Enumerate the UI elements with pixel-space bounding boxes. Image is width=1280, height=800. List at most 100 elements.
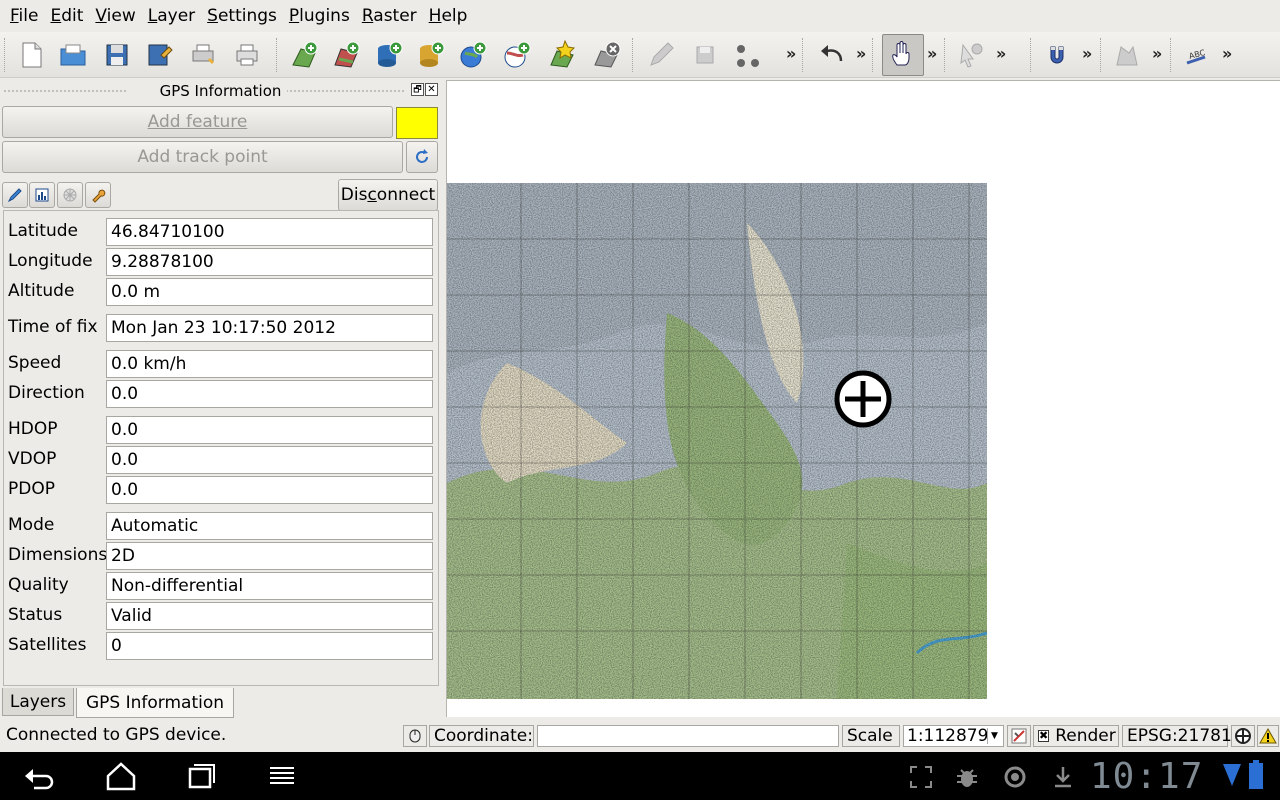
toolbar-overflow-5[interactable]: »: [1082, 44, 1092, 63]
toggle-coordinate-button[interactable]: [403, 725, 427, 747]
speed-label: Speed: [8, 353, 62, 373]
toolbar-overflow-3[interactable]: »: [927, 44, 937, 63]
chevron-down-icon[interactable]: ▼: [987, 728, 1001, 744]
gps-position-marker-icon: [834, 370, 892, 428]
position-mode-button[interactable]: [2, 182, 28, 208]
gps-row-time-of-fix: Time of fix Mon Jan 23 10:17:50 2012: [4, 313, 440, 343]
altitude-field[interactable]: 0.0 m: [106, 278, 433, 306]
add-raster-layer-button[interactable]: [328, 36, 366, 74]
stop-rendering-button[interactable]: [1007, 725, 1031, 747]
crs-status-button[interactable]: [1231, 725, 1255, 747]
save-as-icon: [148, 44, 173, 66]
float-dock-button[interactable]: 🗗: [411, 83, 424, 96]
dimensions-field[interactable]: 2D: [106, 542, 433, 570]
map-canvas[interactable]: [446, 80, 1280, 717]
print-composer-icon: [192, 44, 215, 65]
toolbar-separator: [1100, 38, 1102, 72]
feature-color-swatch[interactable]: [396, 107, 438, 139]
menu-settings[interactable]: Settings: [201, 0, 283, 32]
toolbar-overflow-7[interactable]: »: [1222, 44, 1232, 63]
latitude-field[interactable]: 46.84710100: [106, 218, 433, 246]
close-dock-button[interactable]: ✕: [425, 83, 438, 96]
menu-icon[interactable]: [266, 760, 298, 792]
fullscreen-icon[interactable]: [908, 764, 934, 790]
toolbar-overflow-6[interactable]: »: [1152, 44, 1162, 63]
add-feature-label: Add feature: [147, 112, 248, 132]
toolbar-handle[interactable]: [4, 38, 6, 72]
new-project-button[interactable]: [12, 36, 50, 74]
refresh-icon: [416, 149, 428, 163]
toolbar-overflow-2[interactable]: »: [856, 44, 866, 63]
coordinate-input[interactable]: [537, 725, 839, 747]
satellites-mode-button[interactable]: [57, 182, 83, 208]
back-icon[interactable]: [22, 760, 58, 792]
gps-info-form: Latitude 46.84710100 Longitude 9.2887810…: [3, 210, 439, 686]
menu-layer[interactable]: Layer: [142, 0, 201, 32]
add-wms-layer-icon: [460, 41, 487, 68]
save-project-button[interactable]: [98, 36, 136, 74]
remove-layer-button[interactable]: [588, 36, 626, 74]
menu-file[interactable]: File: [4, 0, 44, 32]
add-vector-layer-button[interactable]: [286, 36, 324, 74]
time-of-fix-field[interactable]: Mon Jan 23 10:17:50 2012: [106, 314, 433, 342]
pdop-field[interactable]: 0.0: [106, 476, 433, 504]
tab-gps-information[interactable]: GPS Information: [76, 688, 234, 718]
render-checkbox[interactable]: ✖: [1038, 730, 1050, 742]
toolbar-overflow-4[interactable]: »: [996, 44, 1006, 63]
snapping-tool-button[interactable]: [1038, 36, 1076, 74]
toggle-editing-button[interactable]: [642, 36, 680, 74]
save-edits-button[interactable]: [686, 36, 724, 74]
recent-apps-icon[interactable]: [184, 760, 218, 792]
undo-button[interactable]: [812, 36, 850, 74]
mode-field[interactable]: Automatic: [106, 512, 433, 540]
add-wfs-layer-button[interactable]: [498, 36, 536, 74]
new-print-composer-button[interactable]: [184, 36, 222, 74]
satellites-field[interactable]: 0: [106, 632, 433, 660]
disconnect-button[interactable]: Disconnect: [338, 179, 438, 211]
dock-title-bar[interactable]: GPS Information 🗗 ✕: [0, 80, 441, 102]
menu-plugins[interactable]: Plugins: [283, 0, 356, 32]
save-as-button[interactable]: [140, 36, 178, 74]
status-field[interactable]: Valid: [106, 602, 433, 630]
toolbar-overflow-1[interactable]: »: [786, 44, 796, 63]
options-mode-button[interactable]: [85, 182, 111, 208]
add-postgis-layer-button[interactable]: [370, 36, 408, 74]
menu-raster[interactable]: Raster: [356, 0, 423, 32]
label-tool-button[interactable]: ABC: [1178, 36, 1216, 74]
speed-field[interactable]: 0.0 km/h: [106, 350, 433, 378]
longitude-field[interactable]: 9.28878100: [106, 248, 433, 276]
add-track-point-button[interactable]: Add track point: [2, 141, 403, 173]
pan-map-button[interactable]: [882, 34, 924, 76]
capture-point-button[interactable]: [728, 36, 766, 74]
add-spatialite-layer-button[interactable]: [412, 36, 450, 74]
render-toggle[interactable]: ✖ Render: [1033, 725, 1119, 747]
quality-field[interactable]: Non-differential: [106, 572, 433, 600]
add-vector-layer-icon: [292, 41, 318, 68]
add-feature-button[interactable]: Add feature: [2, 106, 393, 138]
scale-combobox[interactable]: 1:112879 ▼: [903, 725, 1004, 747]
signal-mode-button[interactable]: [29, 182, 55, 208]
move-feature-button[interactable]: [1108, 36, 1146, 74]
hdop-field[interactable]: 0.0: [106, 416, 433, 444]
vdop-field[interactable]: 0.0: [106, 446, 433, 474]
refresh-button[interactable]: [406, 141, 438, 173]
toolbar-separator: [632, 38, 634, 72]
open-project-button[interactable]: [54, 36, 92, 74]
menu-help[interactable]: Help: [423, 0, 474, 32]
messages-button[interactable]: [1257, 725, 1279, 747]
tab-layers[interactable]: Layers: [2, 688, 74, 716]
menu-edit[interactable]: Edit: [44, 0, 89, 32]
menu-view[interactable]: View: [89, 0, 141, 32]
topographic-map-raster[interactable]: [447, 183, 987, 699]
direction-field[interactable]: 0.0: [106, 380, 433, 408]
clock-time[interactable]: 10:17: [1090, 756, 1203, 797]
home-icon[interactable]: [104, 760, 138, 792]
crs-button[interactable]: EPSG:21781: [1122, 725, 1232, 747]
add-wms-layer-button[interactable]: [454, 36, 492, 74]
dock-splitter[interactable]: [441, 80, 445, 686]
new-shapefile-layer-button[interactable]: [544, 36, 582, 74]
print-button[interactable]: [228, 36, 266, 74]
identify-features-button[interactable]: [952, 36, 990, 74]
satellite-icon: [63, 188, 77, 202]
close-icon: ✕: [427, 84, 436, 95]
